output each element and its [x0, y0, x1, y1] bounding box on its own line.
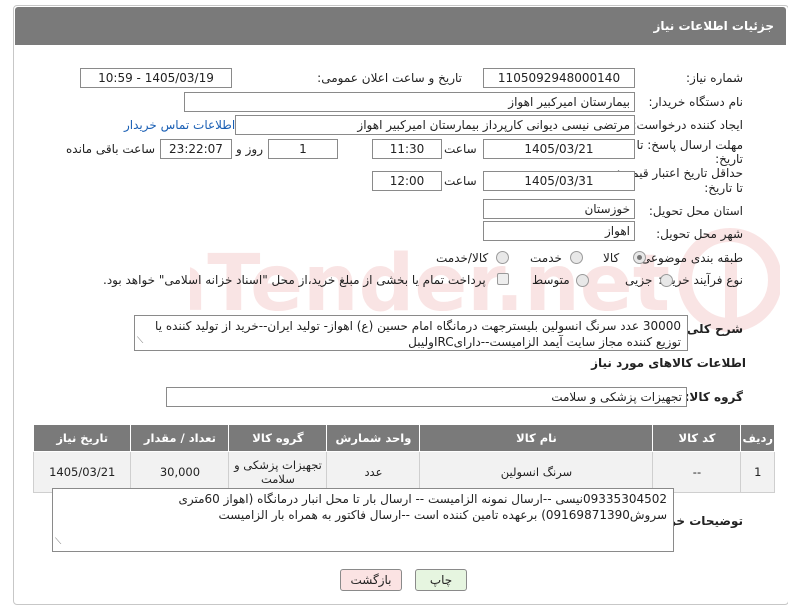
treasury-note: پرداخت تمام یا بخشی از مبلغ خرید،از محل … — [103, 273, 486, 287]
radio-goods-service-label: کالا/خدمت — [436, 251, 489, 265]
validity-time-field: 12:00 — [372, 171, 442, 191]
resize-grip-icon[interactable]: ⟋ — [55, 534, 61, 550]
buyer-notes-text: 09335304502نیسی --ارسال نمونه الزامیست -… — [178, 492, 667, 522]
city-field: اهواز — [483, 221, 635, 241]
announce-label: تاریخ و ساعت اعلان عمومی: — [317, 71, 462, 85]
creator-label: ایجاد کننده درخواست: — [632, 118, 743, 132]
validity-date-label: تا تاریخ: — [704, 181, 743, 195]
radio-service[interactable] — [570, 251, 583, 264]
radio-medium[interactable] — [576, 274, 589, 287]
radio-partial-label: جزیی — [625, 273, 653, 287]
treasury-checkbox[interactable] — [497, 273, 509, 285]
buyer-label: نام دستگاه خریدار: — [648, 95, 744, 109]
radio-goods-label: کالا — [603, 251, 620, 265]
col-qty: تعداد / مقدار — [130, 424, 230, 452]
description-textarea: 30000 عدد سرنگ انسولین بلیسترجهت درمانگا… — [134, 315, 688, 351]
col-date: تاریخ نیاز — [32, 424, 132, 452]
reply-time-field: 11:30 — [372, 139, 442, 159]
need-number-label: شماره نیاز: — [686, 71, 743, 85]
description-text: 30000 عدد سرنگ انسولین بلیسترجهت درمانگا… — [155, 319, 681, 349]
table-header-row: ردیف کد کالا نام کالا واحد شمارش گروه کا… — [32, 424, 775, 452]
days-field: 1 — [268, 139, 338, 159]
need-number-field: 1105092948000140 — [483, 68, 635, 88]
radio-service-label: خدمت — [530, 251, 562, 265]
reply-deadline-label: مهلت ارسال پاسخ: تا — [636, 138, 743, 152]
cell-qty: 30,000 — [130, 451, 230, 493]
goods-info-title: اطلاعات کالاهای مورد نیاز — [591, 356, 746, 370]
radio-medium-label: متوسط — [532, 273, 570, 287]
days-label: روز و — [236, 142, 263, 156]
cell-date: 1405/03/21 — [32, 451, 132, 493]
validity-date-field: 1405/03/31 — [483, 171, 635, 191]
contact-info-link[interactable]: اطلاعات تماس خریدار — [124, 118, 235, 132]
cell-row: 1 — [740, 451, 775, 493]
city-label: شهر محل تحویل: — [656, 227, 743, 241]
reply-time-label: ساعت — [444, 142, 477, 156]
radio-goods[interactable] — [633, 251, 646, 264]
reply-date-label: تاریخ: — [715, 152, 743, 166]
page-header: جزئیات اطلاعات نیاز — [15, 7, 786, 45]
col-code: کد کالا — [652, 424, 742, 452]
category-label: طبقه بندی موضوعی: — [636, 251, 743, 265]
remaining-label: ساعت باقی مانده — [66, 142, 156, 156]
buyer-notes-textarea: 09335304502نیسی --ارسال نمونه الزامیست -… — [52, 488, 674, 552]
cell-group: تجهیزات پزشکی و سلامت — [228, 451, 328, 493]
validity-label: حداقل تاریخ اعتبار قیمت: — [616, 166, 743, 180]
resize-grip-icon[interactable]: ⟋ — [137, 333, 143, 349]
radio-partial[interactable] — [660, 274, 673, 287]
col-row: ردیف — [740, 424, 775, 452]
remaining-time-field: 23:22:07 — [160, 139, 232, 159]
province-label: استان محل تحویل: — [648, 204, 743, 218]
radio-goods-service[interactable] — [496, 251, 509, 264]
col-name: نام کالا — [419, 424, 654, 452]
cell-code: -- — [652, 451, 742, 493]
goods-group-label: گروه کالا: — [684, 390, 743, 404]
province-field: خوزستان — [483, 199, 635, 219]
buyer-field: بیمارستان امیرکبیر اهواز — [184, 92, 635, 112]
goods-group-field: تجهیزات پزشکی و سلامت — [166, 387, 687, 407]
print-button[interactable]: چاپ — [415, 569, 467, 591]
back-button[interactable]: بازگشت — [340, 569, 402, 591]
announce-field: 1405/03/19 - 10:59 — [80, 68, 232, 88]
table-row: 1 -- سرنگ انسولین عدد تجهیزات پزشکی و سل… — [32, 451, 775, 493]
reply-date-field: 1405/03/21 — [483, 139, 635, 159]
validity-time-label: ساعت — [444, 174, 477, 188]
page-title: جزئیات اطلاعات نیاز — [653, 19, 774, 33]
col-unit: واحد شمارش — [326, 424, 421, 452]
cell-name: سرنگ انسولین — [419, 451, 654, 493]
col-group: گروه کالا — [228, 424, 328, 452]
creator-field: مرتضی نیسی دیوانی کارپرداز بیمارستان امی… — [235, 115, 635, 135]
goods-table: ردیف کد کالا نام کالا واحد شمارش گروه کا… — [32, 424, 775, 493]
cell-unit: عدد — [326, 451, 421, 493]
